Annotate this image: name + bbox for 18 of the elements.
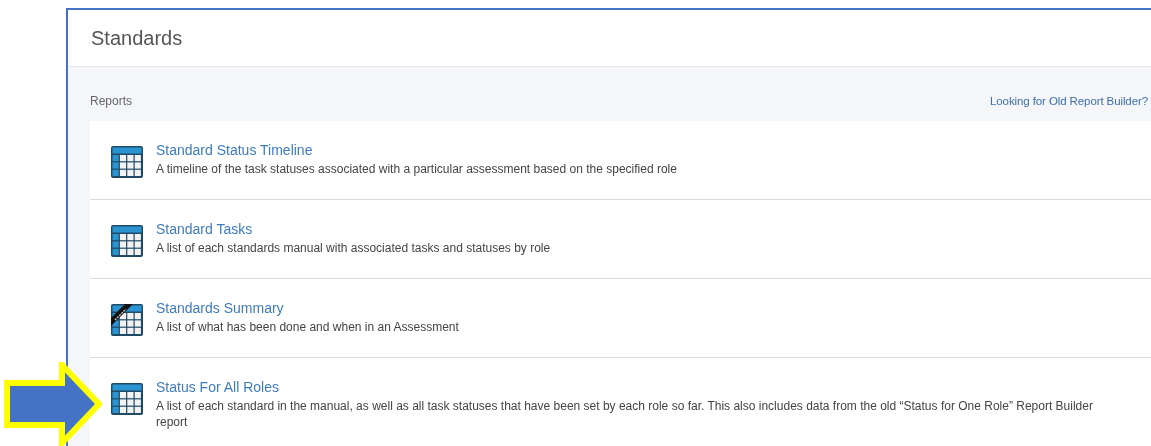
report-description: A list of what has been done and when in an Assessment <box>156 319 460 335</box>
report-card[interactable] <box>90 358 1151 446</box>
page-title: Standards <box>91 26 183 50</box>
report-card[interactable]: Standards Summary A list of what has been done and when in an Assessment <box>90 279 1151 358</box>
report-description: A list of each standard in the manual, as well as all task statuses that have been set by each role so far. This also includes data from the old “Status for One Role” Report Builder report <box>156 398 1094 430</box>
table-icon <box>110 382 144 416</box>
old-report-builder-link[interactable]: Looking for Old Report Builder? <box>990 95 1148 107</box>
report-card[interactable]: Standard Tasks A list of each standards manual with associated tasks and statuses by role <box>90 200 1151 279</box>
report-title-link[interactable]: Standards Summary <box>156 300 1114 316</box>
report-description: A list of each standards manual with associated tasks and statuses by role <box>156 240 552 256</box>
report-title-link[interactable]: Standard Tasks <box>156 221 1114 237</box>
report-title-link[interactable]: Status For All Roles <box>156 379 1114 395</box>
report-title-link[interactable]: Standard Status Timeline <box>156 142 1114 158</box>
table-icon <box>110 224 144 258</box>
section-label: Reports <box>90 94 133 108</box>
report-description: A timeline of the task statuses associated with a particular assessment based on the specified role <box>156 161 678 177</box>
table-icon <box>110 145 144 179</box>
report-card[interactable]: Standard Status Timeline A timeline of the task statuses associated with a particular assessment based on the specified role <box>90 121 1151 200</box>
